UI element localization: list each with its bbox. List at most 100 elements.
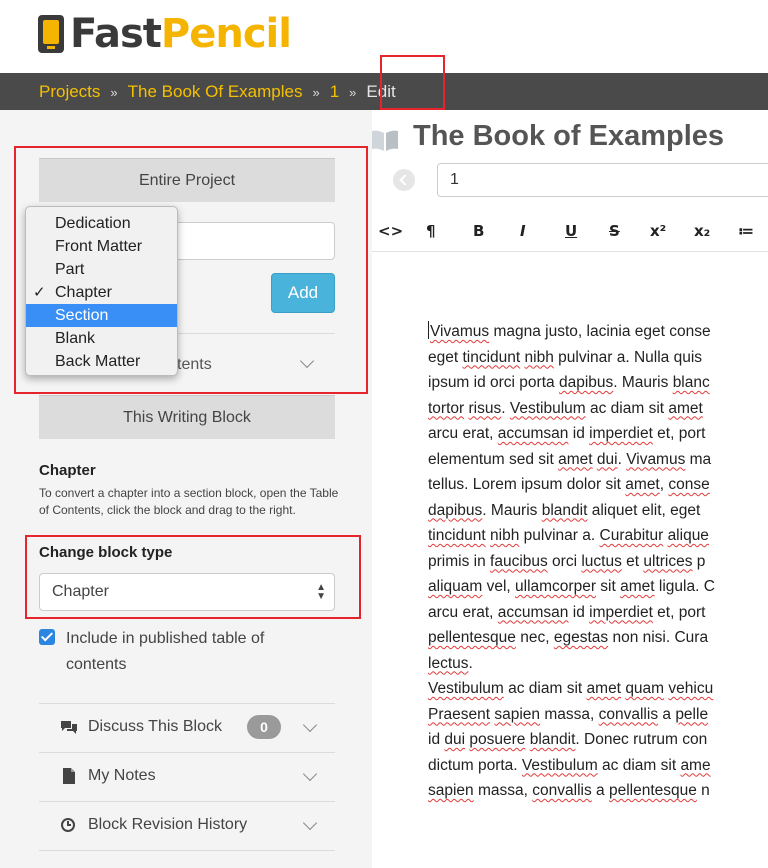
misspelled-word: amet (558, 450, 593, 468)
include-toc-label[interactable]: Include in published table of contents (66, 626, 306, 678)
editor-text-line: aliquam vel, ullamcorper sit amet ligula… (428, 574, 768, 600)
misspelled-word: dui (444, 731, 466, 748)
chevron-down-icon (302, 766, 318, 782)
editor-text-line: Praesent sapien massa, convallis a pelle (428, 702, 768, 728)
misspelled-word: blandit (529, 731, 576, 748)
block-title-field[interactable]: 1 (437, 163, 768, 197)
breadcrumb-separator: » (349, 85, 357, 100)
bold-button[interactable]: B (473, 222, 484, 240)
misspelled-word: amet (625, 476, 660, 493)
misspelled-word: dui (596, 450, 618, 468)
misspelled-word: tincidunt (428, 527, 486, 544)
misspelled-word: convallis (532, 782, 592, 799)
comments-icon (61, 721, 77, 734)
misspelled-word: Vestibulum (428, 680, 504, 697)
misspelled-word: quam (625, 680, 665, 697)
superscript-button[interactable]: x² (650, 222, 666, 240)
text-run: massa, (540, 705, 599, 723)
text-run: nec, (515, 629, 554, 646)
text-run: . Mauris (613, 374, 673, 391)
text-run: . (617, 450, 627, 468)
text-run: pulvinar a. Nulla quis (553, 348, 703, 366)
misspelled-word: amet (620, 578, 655, 595)
editor-text-line: Vestibulum ac diam sit amet quam vehicu (428, 676, 768, 702)
misspelled-word: faucibus (490, 552, 548, 570)
dropdown-highlight-box (14, 146, 368, 394)
misspelled-word: sapien (428, 782, 474, 799)
misspelled-word: alique (667, 527, 709, 544)
this-writing-block-header[interactable]: This Writing Block (39, 395, 335, 439)
fastpencil-logo[interactable]: Fast Pencil (38, 10, 292, 58)
underline-button[interactable]: U (565, 222, 577, 240)
misspelled-word: ullamcorper (515, 578, 596, 595)
editor-text-line: tellus. Lorem ipsum dolor sit amet, cons… (428, 472, 768, 498)
paragraph-button[interactable]: ¶ (426, 222, 436, 240)
misspelled-word: Curabitur (599, 527, 664, 544)
breadcrumb-book[interactable]: The Book Of Examples (128, 82, 303, 101)
breadcrumb-projects[interactable]: Projects (39, 82, 100, 101)
misspelled-word: nibh (490, 527, 520, 544)
book-title: The Book of Examples (413, 120, 725, 152)
text-run: et (621, 552, 644, 570)
text-run: tellus. Lorem ipsum dolor sit (428, 476, 626, 493)
text-run: arcu erat, (428, 603, 498, 621)
my-notes-label: My Notes (88, 767, 156, 784)
misspelled-word: convallis (598, 705, 659, 723)
text-run: . (501, 399, 510, 417)
text-run: magna justo, lacinia eget conse (489, 323, 711, 340)
subscript-button[interactable]: x₂ (694, 222, 710, 240)
misspelled-word: egestas (553, 629, 609, 646)
text-run: primis in (428, 552, 491, 570)
text-run: arcu erat, (428, 425, 498, 442)
breadcrumb-chapter[interactable]: 1 (330, 82, 339, 101)
text-run: ma (685, 450, 712, 468)
misspelled-word: Praesent (428, 705, 491, 723)
document-icon (63, 768, 75, 784)
text-run: id (428, 731, 445, 748)
editor-text-body[interactable]: Vivamus magna justo, lacinia eget conse e… (428, 319, 768, 804)
editor-text-line: primis in faucibus orci luctus et ultric… (428, 549, 768, 575)
misspelled-word: conse (668, 476, 710, 493)
text-run: n (696, 782, 710, 799)
misspelled-word: aliquam (428, 578, 483, 595)
editor-text-line: tincidunt nibh pulvinar a. Curabitur ali… (428, 523, 768, 549)
source-code-button[interactable]: <> (378, 222, 403, 240)
text-run: eget (428, 348, 463, 366)
misspelled-word: ame (680, 756, 711, 774)
bulleted-list-button[interactable]: ≔ (738, 222, 754, 240)
strikethrough-button[interactable]: S (609, 222, 620, 240)
editor-text-line: id dui posuere blandit. Donec rutrum con (428, 727, 768, 753)
misspelled-word: pelle (675, 705, 709, 723)
italic-button[interactable]: I (520, 222, 526, 240)
book-icon (372, 130, 398, 151)
text-run: aliquet elit, eget (587, 501, 701, 519)
text-run: dictum porta. (428, 756, 522, 774)
revision-history-label: Block Revision History (88, 816, 248, 833)
revision-history-row[interactable]: Block Revision History (39, 801, 335, 850)
text-run: ligula. C (654, 578, 715, 595)
misspelled-word: Vivamus (430, 323, 490, 340)
discuss-count-badge: 0 (247, 715, 281, 739)
text-run: orci (547, 552, 582, 570)
misspelled-word: sapien (494, 705, 541, 723)
editor-text-line: pellentesque nec, egestas non nisi. Cura (428, 625, 768, 651)
discuss-block-row[interactable]: Discuss This Block 0 (39, 703, 335, 752)
editor-text-line: dictum porta. Vestibulum ac diam sit ame (428, 753, 768, 779)
editor-toolbar: <> ¶ B I U S x² x₂ ≔ (372, 212, 768, 252)
misspelled-word: Vestibulum (509, 399, 586, 417)
breadcrumb-separator: » (312, 85, 320, 100)
text-run: non nisi. Cura (608, 629, 709, 646)
edit-highlight-box (380, 55, 445, 110)
text-run: . Donec rutrum con (575, 731, 708, 748)
select-highlight-box (25, 535, 361, 619)
editor-text-line: eget tincidunt nibh pulvinar a. Nulla qu… (428, 345, 768, 371)
editor-text-line: arcu erat, accumsan id imperdiet et, por… (428, 600, 768, 626)
misspelled-word: imperdiet (589, 425, 653, 442)
misspelled-word: luctus (581, 552, 622, 570)
previous-page-icon[interactable] (393, 169, 415, 191)
include-toc-checkbox[interactable] (39, 629, 55, 645)
misspelled-word: accumsan (497, 603, 569, 621)
misspelled-word: imperdiet (589, 603, 653, 621)
my-notes-row[interactable]: My Notes (39, 752, 335, 801)
text-run: id (568, 425, 590, 442)
